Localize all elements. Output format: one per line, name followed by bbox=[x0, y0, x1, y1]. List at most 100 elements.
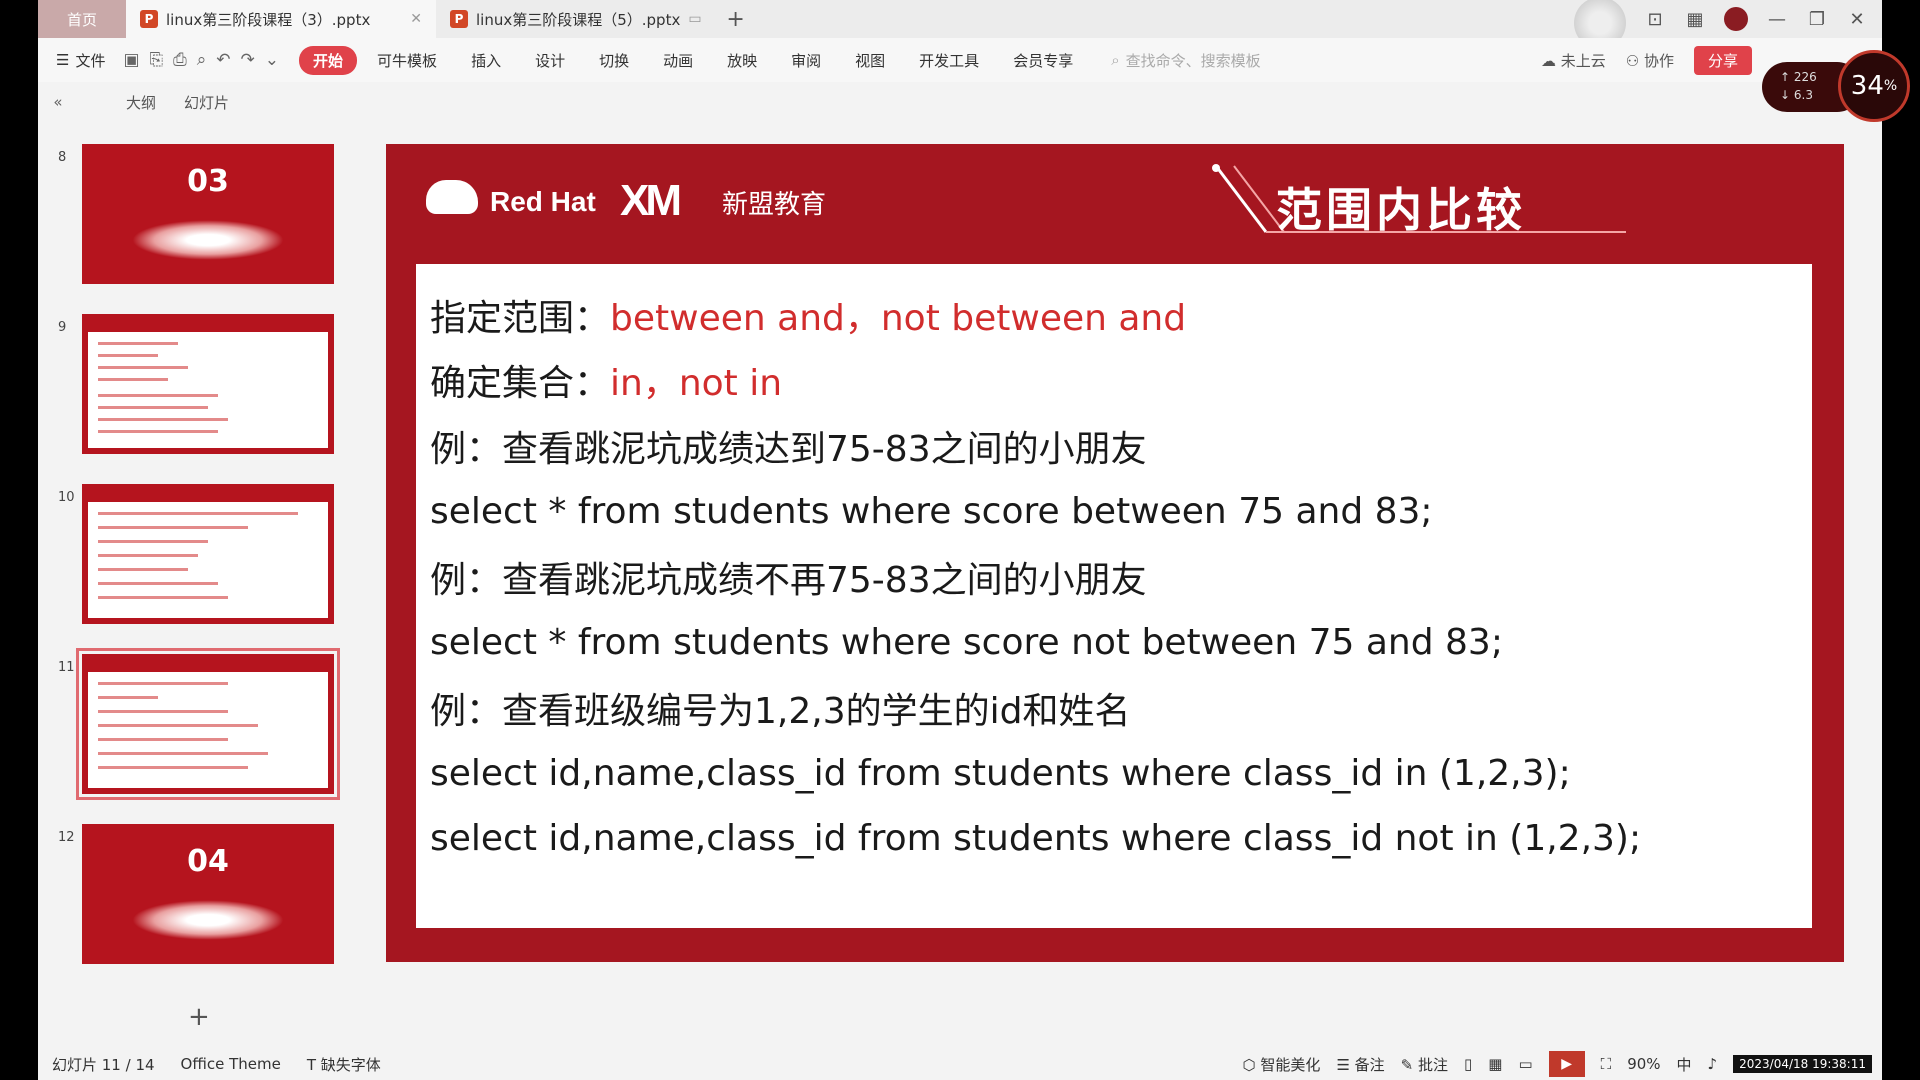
zoom-level[interactable]: 90% bbox=[1627, 1055, 1660, 1073]
search-placeholder: 查找命令、搜索模板 bbox=[1125, 51, 1261, 70]
share-button[interactable]: 分享 bbox=[1693, 45, 1752, 75]
section-number: 04 bbox=[187, 844, 229, 879]
export-icon[interactable]: ⎘ bbox=[150, 50, 164, 70]
ribbon-tab-developer[interactable]: 开发工具 bbox=[905, 46, 993, 75]
print-icon[interactable]: ⎙ bbox=[173, 50, 187, 70]
xm-logo-chinese: 新盟教育 bbox=[722, 190, 827, 220]
text-line bbox=[98, 682, 228, 685]
slide-thumbnail-selected[interactable] bbox=[76, 648, 340, 800]
theme-name[interactable]: Office Theme bbox=[181, 1055, 281, 1073]
monitor-icon[interactable]: ▭ bbox=[688, 11, 701, 27]
command-search[interactable]: ⌕ 查找命令、搜索模板 bbox=[1111, 50, 1260, 71]
restore-icon[interactable]: ❐ bbox=[1806, 8, 1828, 30]
text-line bbox=[98, 596, 228, 599]
tab-slides[interactable]: 幻灯片 bbox=[184, 92, 229, 113]
window-layout-icon[interactable]: ⊡ bbox=[1644, 8, 1666, 30]
undo-icon[interactable]: ↶ bbox=[216, 50, 230, 70]
text-line bbox=[98, 752, 268, 755]
text-line bbox=[98, 696, 158, 699]
ribbon-tab-start[interactable]: 开始 bbox=[299, 45, 358, 75]
thumbnail-row[interactable]: 12 04 bbox=[38, 802, 378, 964]
missing-font-button[interactable]: T 缺失字体 bbox=[307, 1054, 381, 1075]
slide-thumbnail[interactable] bbox=[82, 484, 334, 624]
cpu-usage-unit: % bbox=[1883, 78, 1898, 94]
slide-thumbnail[interactable]: 04 bbox=[82, 824, 334, 964]
thumbnail-row[interactable]: 9 bbox=[38, 292, 378, 454]
ribbon-tab-transition[interactable]: 切换 bbox=[585, 46, 643, 75]
comments-label: 批注 bbox=[1418, 1055, 1449, 1074]
slide-thumbnail[interactable] bbox=[82, 314, 334, 454]
ribbon-tab-view[interactable]: 视图 bbox=[841, 46, 899, 75]
cpu-usage-gauge: 34% bbox=[1838, 50, 1910, 122]
play-slideshow-button[interactable]: ▶ bbox=[1548, 1051, 1585, 1077]
comments-button[interactable]: ✎ 批注 bbox=[1401, 1054, 1448, 1075]
thumbnail-number: 8 bbox=[58, 150, 67, 165]
text-line bbox=[98, 526, 248, 529]
ribbon-tab-review[interactable]: 审阅 bbox=[777, 46, 835, 75]
text-line bbox=[98, 378, 168, 381]
example-line: 例：查看班级编号为1,2,3的学生的id和姓名 bbox=[430, 675, 1798, 741]
collapse-panel-icon[interactable]: « bbox=[38, 93, 78, 111]
example-line: 例：查看跳泥坑成绩不再75-83之间的小朋友 bbox=[430, 544, 1798, 610]
ribbon-tab-slideshow[interactable]: 放映 bbox=[713, 46, 771, 75]
normal-view-icon[interactable]: ▯ bbox=[1464, 1055, 1472, 1073]
text-line bbox=[98, 394, 218, 397]
stage-graphic bbox=[132, 220, 284, 260]
input-method-icon[interactable]: 中 bbox=[1677, 1054, 1692, 1075]
slide-thumbnail[interactable]: 03 bbox=[82, 144, 334, 284]
ribbon-tab-member[interactable]: 会员专享 bbox=[999, 46, 1087, 75]
text-line bbox=[98, 568, 188, 571]
home-tab[interactable]: 首页 bbox=[38, 0, 126, 38]
thumbnail-row[interactable]: 10 bbox=[38, 462, 378, 624]
screen-border-left bbox=[0, 0, 38, 1080]
thumbnail-number: 12 bbox=[58, 830, 75, 845]
thumbnail-content bbox=[88, 332, 328, 448]
sql-line: select id,name,class_id from students wh… bbox=[430, 741, 1798, 807]
doc-tab-2[interactable]: P linux第三阶段课程（5）.pptx ▭ bbox=[436, 0, 716, 38]
ribbon-tab-animation[interactable]: 动画 bbox=[649, 46, 707, 75]
hamburger-icon: ☰ bbox=[56, 51, 70, 69]
section-number: 03 bbox=[187, 164, 229, 199]
thumbnail-row[interactable]: 8 03 bbox=[38, 122, 378, 284]
fit-window-icon[interactable]: ⛶ bbox=[1601, 1055, 1612, 1073]
redo-icon[interactable]: ↷ bbox=[241, 50, 255, 70]
collab-button[interactable]: ⚇ 协作 bbox=[1626, 50, 1674, 71]
quick-access-toolbar: ▣ ⎘ ⎙ ⌕ ↶ ↷ ⌄ bbox=[123, 50, 279, 70]
file-menu[interactable]: ☰ 文件 bbox=[56, 50, 105, 71]
more-icon[interactable]: ⌄ bbox=[265, 50, 279, 70]
minimize-icon[interactable]: — bbox=[1766, 8, 1788, 30]
new-tab-button[interactable]: + bbox=[716, 7, 756, 32]
title-bar: 首页 P linux第三阶段课程（3）.pptx ✕ P linux第三阶段课程… bbox=[38, 0, 1882, 49]
ribbon-tab-insert[interactable]: 插入 bbox=[457, 46, 515, 75]
thumbnail-row[interactable]: 11 bbox=[38, 632, 378, 800]
line-prefix: 确定集合： bbox=[430, 363, 611, 405]
slide-body[interactable]: 指定范围： between and，not between and 确定集合： … bbox=[416, 264, 1812, 928]
thumbnail-number: 9 bbox=[58, 320, 67, 335]
slide-header: Red Hat XM 新盟教育 范围内比较 bbox=[386, 144, 1844, 262]
cloud-sync-status[interactable]: ☁ 未上云 bbox=[1541, 50, 1606, 71]
ribbon-tab-design[interactable]: 设计 bbox=[521, 46, 579, 75]
preview-icon[interactable]: ⌕ bbox=[197, 50, 207, 70]
search-icon: ⌕ bbox=[1111, 51, 1120, 69]
add-slide-button[interactable]: + bbox=[188, 1002, 210, 1032]
text-line bbox=[98, 738, 228, 741]
download-speed-value: 6.3 bbox=[1793, 88, 1813, 102]
thumbnail-content bbox=[88, 672, 328, 788]
account-icon[interactable] bbox=[1724, 7, 1748, 31]
text-line bbox=[98, 554, 198, 557]
reading-view-icon[interactable]: ▭ bbox=[1518, 1055, 1532, 1073]
close-tab-icon[interactable]: ✕ bbox=[410, 11, 422, 27]
system-clock: 2023/04/18 19:38:11 bbox=[1733, 1055, 1872, 1073]
doc-tab-1[interactable]: P linux第三阶段课程（3）.pptx ✕ bbox=[126, 0, 436, 38]
tab-outline[interactable]: 大纲 bbox=[126, 92, 156, 113]
close-window-icon[interactable]: ✕ bbox=[1846, 8, 1868, 30]
ribbon-tab-templates[interactable]: 可牛模板 bbox=[363, 46, 451, 75]
save-icon[interactable]: ▣ bbox=[123, 50, 139, 70]
apps-grid-icon[interactable]: ▦ bbox=[1684, 8, 1706, 30]
notes-button[interactable]: ☰ 备注 bbox=[1336, 1054, 1384, 1075]
redhat-logo-text: Red Hat bbox=[490, 186, 596, 217]
mic-icon[interactable]: ♪ bbox=[1708, 1055, 1718, 1073]
slide-canvas[interactable]: Red Hat XM 新盟教育 范围内比较 指定范围： between and，… bbox=[386, 144, 1844, 962]
beautify-button[interactable]: ⬡ 智能美化 bbox=[1243, 1054, 1321, 1075]
sorter-view-icon[interactable]: ▦ bbox=[1488, 1055, 1502, 1073]
